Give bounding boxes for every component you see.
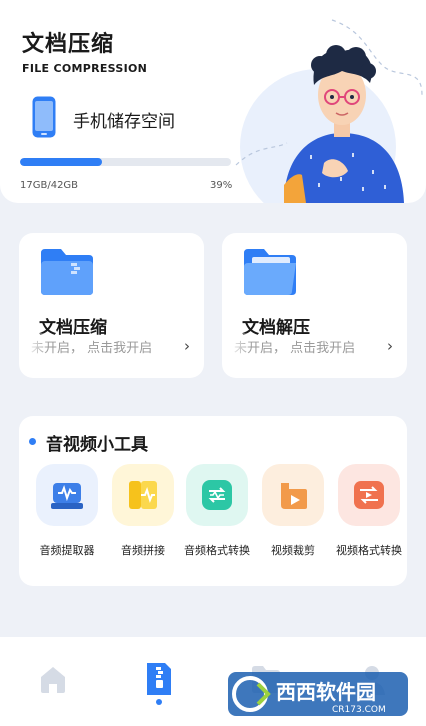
page-subtitle: FILE COMPRESSION xyxy=(22,62,148,75)
compress-card-title: 文档压缩 xyxy=(39,318,107,338)
fade-mask xyxy=(19,333,49,357)
tool-label: 视频裁剪 xyxy=(271,544,315,557)
zip-folder-icon xyxy=(41,249,93,295)
chevron-right-icon: › xyxy=(387,337,393,355)
tool-label: 视频格式转换 xyxy=(336,544,402,557)
svg-text:CR173.COM: CR173.COM xyxy=(332,705,386,715)
open-folder-icon xyxy=(244,249,296,295)
page-title: 文档压缩 xyxy=(22,32,115,57)
tool-audio-convert[interactable]: 音频格式转换 xyxy=(179,464,255,564)
fade-mask xyxy=(222,333,252,357)
site-watermark: 西西软件园 CR173.COM xyxy=(228,670,408,718)
storage-header-card: 文档压缩 FILE COMPRESSION 手机储存空间 17GB/42GB 3… xyxy=(0,0,426,203)
home-icon xyxy=(41,667,65,693)
decompress-card[interactable]: 文档解压 未开启， 点击我开启 › xyxy=(222,233,407,378)
svg-text:西西软件园: 西西软件园 xyxy=(276,680,376,704)
tool-audio-merge[interactable]: 音频拼接 xyxy=(105,464,181,564)
section-dot xyxy=(29,438,36,445)
storage-used-text: 17GB/42GB xyxy=(20,180,79,191)
video-convert-icon xyxy=(338,464,400,526)
tool-label: 音频格式转换 xyxy=(184,544,250,557)
tools-section-title: 音视频小工具 xyxy=(46,435,148,455)
decompress-card-title: 文档解压 xyxy=(242,318,310,338)
av-tools-panel: 音视频小工具 音频提取器 音频拼接 音频格式转换 视频裁剪 视频格式转换 xyxy=(19,416,407,586)
nav-home[interactable] xyxy=(33,659,73,699)
audio-convert-icon xyxy=(186,464,248,526)
storage-progress-fill xyxy=(20,158,103,166)
fade-mask xyxy=(357,333,387,357)
nav-active-indicator xyxy=(156,699,162,705)
audio-merge-icon xyxy=(112,464,174,526)
tool-label: 音频提取器 xyxy=(39,544,95,557)
phone-icon xyxy=(32,96,56,138)
fade-mask xyxy=(154,333,184,357)
compress-doc-icon xyxy=(147,663,171,695)
watermark-logo: 西西软件园 CR173.COM xyxy=(228,672,408,716)
storage-progress-bar xyxy=(20,158,231,166)
compress-card-status: 未开启， 点击我开启 xyxy=(31,341,153,356)
nav-compress[interactable] xyxy=(139,659,179,699)
person-illustration xyxy=(235,19,423,203)
compress-card[interactable]: 文档压缩 未开启， 点击我开启 › xyxy=(19,233,204,378)
tool-video-crop[interactable]: 视频裁剪 xyxy=(255,464,331,564)
decompress-card-status: 未开启， 点击我开启 xyxy=(234,341,356,356)
chevron-right-icon: › xyxy=(184,337,190,355)
storage-label: 手机储存空间 xyxy=(73,112,175,132)
audio-extract-icon xyxy=(36,464,98,526)
tool-video-convert[interactable]: 视频格式转换 xyxy=(331,464,407,564)
video-crop-icon xyxy=(262,464,324,526)
storage-percent-text: 39% xyxy=(210,180,233,191)
tool-audio-extract[interactable]: 音频提取器 xyxy=(29,464,105,564)
